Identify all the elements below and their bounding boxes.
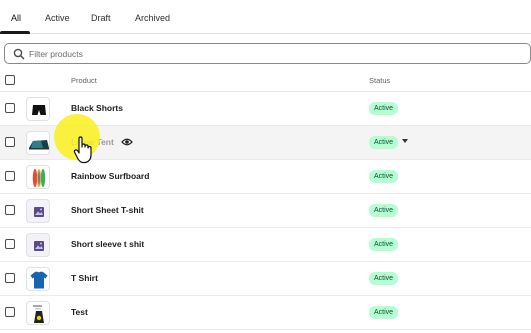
row-checkbox[interactable] (5, 273, 15, 283)
tshirt-image (30, 271, 48, 289)
product-name[interactable]: Rainbow Surfboard (71, 171, 149, 181)
chevron-down-icon[interactable] (402, 139, 408, 143)
column-header-product: Product (71, 76, 97, 85)
row-checkbox[interactable] (5, 103, 15, 113)
status-badge[interactable]: Active (369, 136, 399, 149)
select-all-checkbox[interactable] (5, 75, 15, 85)
status-badge: Active (369, 170, 399, 183)
product-name[interactable]: Short Sheet T-shit (71, 205, 144, 215)
status-badge: Active (369, 272, 399, 285)
tab-active[interactable]: Active (45, 13, 70, 23)
table-row[interactable]: T Shirt Active (0, 262, 531, 296)
status-badge: Active (369, 102, 399, 115)
black-shorts-image (32, 105, 46, 115)
product-thumbnail (26, 267, 50, 291)
table-header: Product Status (0, 70, 531, 92)
tent-image (29, 140, 49, 150)
tab-draft[interactable]: Draft (91, 13, 111, 23)
hand-pointer-cursor-icon (73, 136, 92, 164)
status-badge: Active (369, 306, 399, 319)
image-placeholder-icon (34, 207, 44, 217)
product-thumbnail (26, 199, 50, 223)
image-placeholder-icon (34, 241, 44, 251)
product-thumbnail (26, 165, 50, 189)
product-name[interactable]: Black Shorts (71, 103, 123, 113)
table-row[interactable]: Short Sheet T-shit Active (0, 194, 531, 228)
tab-archived[interactable]: Archived (135, 13, 170, 23)
surfboard-image (32, 169, 46, 187)
product-thumbnail (26, 97, 50, 121)
product-name[interactable]: T Shirt (71, 273, 98, 283)
column-header-status: Status (369, 76, 391, 85)
row-checkbox[interactable] (5, 239, 15, 249)
status-tabs: All Active Draft Archived (0, 0, 531, 34)
product-name[interactable]: Test (71, 307, 88, 317)
product-thumbnail (26, 233, 50, 257)
row-checkbox[interactable] (5, 137, 15, 147)
search-icon (13, 48, 25, 60)
test-product-image (33, 305, 44, 323)
product-thumbnail (26, 131, 50, 155)
active-tab-indicator (0, 31, 30, 34)
product-name[interactable]: Short sleeve t shit (71, 239, 144, 249)
table-row[interactable]: Short sleeve t shit Active (0, 228, 531, 262)
product-thumbnail (26, 301, 50, 325)
table-row[interactable]: Test Active (0, 296, 531, 330)
products-card: All Active Draft Archived Product Status… (0, 0, 531, 333)
table-row[interactable]: Rainbow Surfboard Active (0, 160, 531, 194)
status-badge: Active (369, 238, 399, 251)
row-checkbox[interactable] (5, 205, 15, 215)
row-checkbox[interactable] (5, 307, 15, 317)
tab-all[interactable]: All (11, 13, 21, 23)
filter-search-box[interactable] (4, 43, 531, 64)
filter-products-input[interactable] (29, 46, 509, 61)
row-checkbox[interactable] (5, 171, 15, 181)
preview-eye-icon[interactable] (121, 137, 133, 147)
status-badge: Active (369, 204, 399, 217)
